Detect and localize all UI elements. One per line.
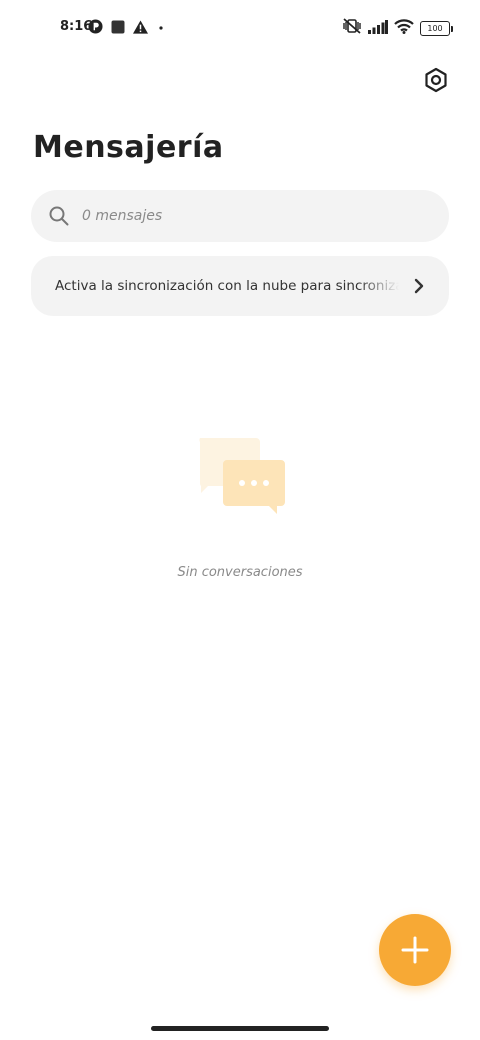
vibrate-off-icon [342, 17, 362, 39]
status-right-icons: 100 [342, 17, 453, 39]
search-bar[interactable]: 0 mensajes [31, 190, 449, 242]
wifi-icon [394, 18, 414, 38]
p-circle-icon [88, 19, 103, 38]
square-icon [111, 19, 125, 38]
home-indicator[interactable] [151, 1026, 329, 1031]
chat-bubbles-icon [196, 436, 288, 518]
page-title: Mensajería [33, 130, 224, 165]
status-left-icons [88, 19, 166, 38]
sync-banner-text: Activa la sincronización con la nube par… [55, 278, 399, 294]
search-icon [49, 206, 69, 226]
dot-icon [156, 19, 166, 38]
warning-icon [133, 19, 148, 38]
cloud-sync-banner[interactable]: Activa la sincronización con la nube par… [31, 256, 449, 316]
empty-state-text: Sin conversaciones [177, 565, 303, 580]
status-bar: 8:16 100 [0, 0, 480, 56]
battery-icon: 100 [420, 20, 453, 36]
new-conversation-button[interactable] [379, 914, 451, 986]
plus-icon [401, 936, 429, 964]
search-input[interactable]: 0 mensajes [82, 208, 162, 224]
signal-icon [368, 19, 388, 38]
chevron-right-icon [409, 276, 429, 296]
settings-hexagon-icon [425, 67, 447, 93]
settings-button[interactable] [420, 64, 452, 96]
